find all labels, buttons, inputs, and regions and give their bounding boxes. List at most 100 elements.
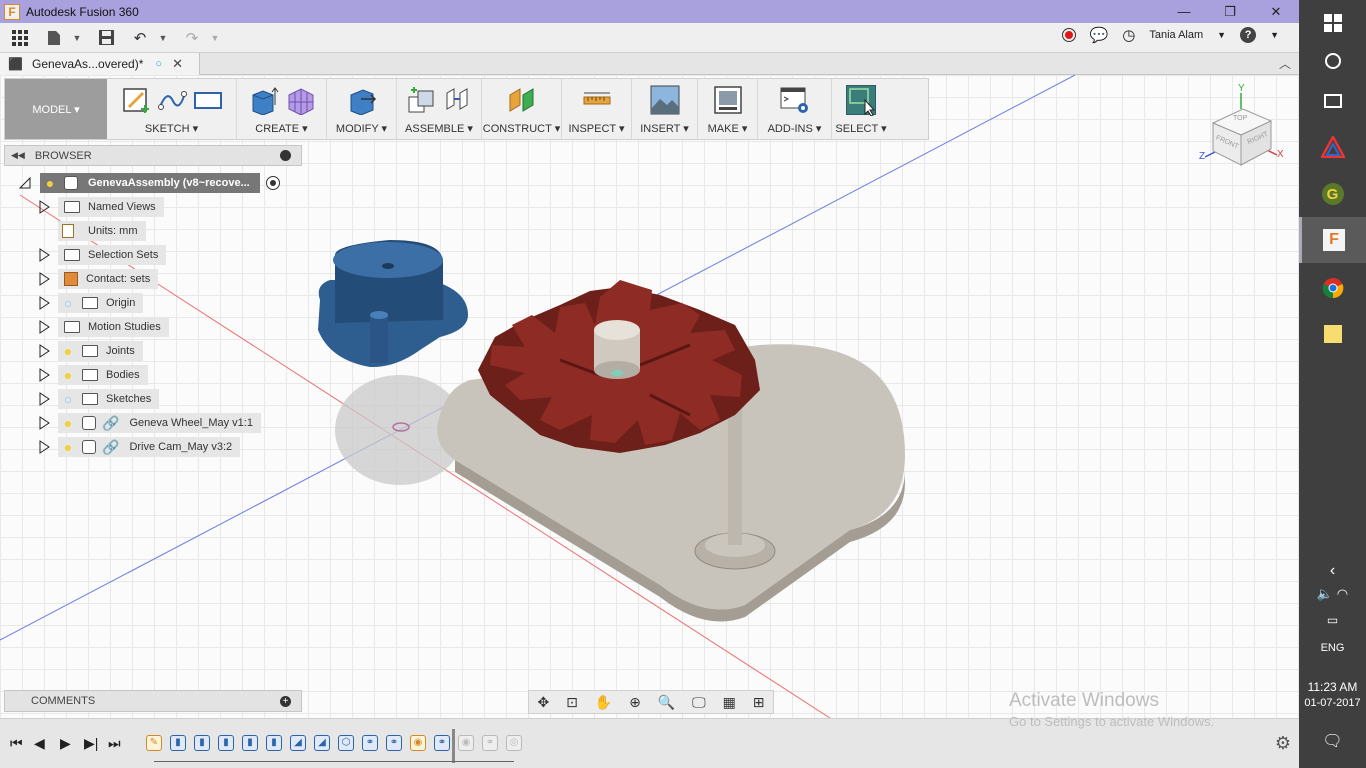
expand-triangle-icon[interactable]: [38, 392, 50, 406]
timeline-contact-feature-icon[interactable]: ◉: [410, 735, 426, 751]
display-settings-icon[interactable]: 🖵: [692, 694, 706, 711]
activate-radio-icon[interactable]: [265, 176, 280, 190]
collapse-chevron-up-icon[interactable]: ︿: [1279, 55, 1291, 72]
fit-zoom-icon[interactable]: 🔍: [658, 694, 675, 711]
document-tab[interactable]: ⬛ GenevaAs...overed)* ○ ✕: [0, 53, 200, 75]
expanded-triangle-icon[interactable]: [18, 176, 32, 190]
insert-group[interactable]: INSERT ▾: [632, 79, 698, 139]
viewports-icon[interactable]: ⊞: [753, 694, 765, 711]
timeline-settings-gear-icon[interactable]: ⚙: [1275, 733, 1291, 754]
timeline-extrude-feature-icon[interactable]: ▮: [194, 735, 210, 751]
browser-panel-header[interactable]: ◀◀ BROWSER: [4, 145, 302, 166]
visibility-bulb-icon[interactable]: ●: [44, 175, 56, 191]
browser-item-bodies[interactable]: ● Bodies: [38, 365, 148, 385]
save-icon[interactable]: [92, 26, 120, 50]
press-pull-icon[interactable]: [347, 85, 377, 116]
visibility-bulb-icon[interactable]: ●: [62, 343, 74, 359]
3d-canvas-viewport[interactable]: Y Z X TOP FRONT RIGHT: [0, 75, 1299, 718]
browser-root-row[interactable]: ● GenevaAssembly (v8~recove...: [18, 173, 280, 193]
extrude-icon[interactable]: [249, 85, 279, 116]
timeline-suppressed-feature-icon[interactable]: ⚭: [482, 735, 498, 751]
create-menu-label[interactable]: CREATE ▾: [255, 122, 307, 135]
play-icon[interactable]: ▶: [60, 735, 71, 752]
zoom-icon[interactable]: ⊕: [629, 694, 641, 711]
modify-group[interactable]: MODIFY ▾: [327, 79, 397, 139]
file-menu-icon[interactable]: [40, 26, 68, 50]
expand-triangle-icon[interactable]: [38, 440, 50, 454]
browser-item-geneva-wheel[interactable]: ● 🔗 Geneva Wheel_May v1:1: [38, 413, 261, 433]
user-account-menu[interactable]: Tania Alam: [1149, 29, 1203, 41]
data-panel-grid-icon[interactable]: [6, 26, 34, 50]
viewcube-top-face[interactable]: TOP: [1233, 115, 1247, 122]
step-forward-icon[interactable]: ▶|: [84, 735, 98, 752]
browser-item-joints[interactable]: ● Joints: [38, 341, 143, 361]
expand-triangle-icon[interactable]: [38, 296, 50, 310]
autodesk-app-taskbar-icon[interactable]: [1299, 124, 1366, 170]
timeline-extrude-feature-icon[interactable]: ▮: [266, 735, 282, 751]
sketch-menu-label[interactable]: SKETCH ▾: [145, 122, 198, 135]
g-app-taskbar-icon[interactable]: G: [1299, 171, 1366, 217]
timeline-extrude-feature-icon[interactable]: ▮: [242, 735, 258, 751]
inspect-group[interactable]: INSPECT ▾: [562, 79, 632, 139]
visibility-bulb-icon[interactable]: ●: [62, 415, 74, 431]
comments-panel-header[interactable]: COMMENTS +: [4, 690, 302, 712]
browser-minimize-icon[interactable]: [280, 150, 291, 161]
collapse-browser-icon[interactable]: ◀◀: [11, 150, 25, 161]
create-group[interactable]: CREATE ▾: [237, 79, 327, 139]
grid-settings-icon[interactable]: ▦: [723, 694, 736, 711]
timeline-extrude-feature-icon[interactable]: ▮: [218, 735, 234, 751]
undo-icon[interactable]: ↶: [126, 26, 154, 50]
timeline-fillet-feature-icon[interactable]: ◢: [314, 735, 330, 751]
joint-icon[interactable]: [442, 85, 472, 115]
record-icon[interactable]: [1061, 28, 1076, 42]
browser-item-selection-sets[interactable]: Selection Sets: [38, 245, 167, 265]
timeline-joint-feature-icon[interactable]: ⚭: [386, 735, 402, 751]
measure-icon[interactable]: [582, 85, 612, 115]
sticky-notes-taskbar-icon[interactable]: [1299, 311, 1366, 357]
user-dropdown-icon[interactable]: ▼: [1217, 30, 1226, 40]
browser-item-origin[interactable]: ○ Origin: [38, 293, 144, 313]
new-component-icon[interactable]: [406, 85, 436, 115]
drive-cam[interactable]: [318, 240, 468, 368]
expand-triangle-icon[interactable]: [38, 344, 50, 358]
spline-icon[interactable]: [157, 85, 187, 115]
rectangle-icon[interactable]: [193, 85, 223, 115]
make-menu-label[interactable]: MAKE ▾: [708, 122, 748, 135]
browser-item-drive-cam[interactable]: ● 🔗 Drive Cam_May v3:2: [38, 437, 241, 457]
timeline-joint-feature-icon[interactable]: ⚭: [362, 735, 378, 751]
pan-hand-icon[interactable]: ✋: [595, 694, 612, 711]
clock-date[interactable]: 01-07-2017: [1299, 697, 1366, 709]
3d-print-icon[interactable]: [713, 85, 743, 115]
add-comment-icon[interactable]: +: [280, 696, 291, 707]
go-to-end-icon[interactable]: ⏭: [108, 735, 121, 752]
clock-time[interactable]: 11:23 AM: [1299, 680, 1366, 694]
language-indicator[interactable]: ENG: [1299, 642, 1366, 654]
expand-triangle-icon[interactable]: [38, 200, 50, 214]
minimize-button[interactable]: —: [1161, 0, 1207, 23]
timeline-rigid-group-feature-icon[interactable]: ⚭: [434, 735, 450, 751]
maximize-button[interactable]: ❐: [1207, 0, 1253, 23]
form-icon[interactable]: [285, 85, 315, 116]
action-center-icon[interactable]: 🗨: [1299, 718, 1366, 764]
insert-menu-label[interactable]: INSERT ▾: [640, 122, 689, 135]
add-ins-group[interactable]: ADD-INS ▾: [758, 79, 832, 139]
undo-dropdown-icon[interactable]: ▼: [154, 26, 172, 50]
timeline-fillet-feature-icon[interactable]: ◢: [290, 735, 306, 751]
browser-item-contact-sets[interactable]: Contact: sets: [38, 269, 159, 289]
visibility-bulb-icon[interactable]: ●: [62, 367, 74, 383]
visibility-bulb-off-icon[interactable]: ○: [62, 295, 74, 311]
notifications-icon[interactable]: 💬: [1090, 26, 1109, 44]
chrome-taskbar-icon[interactable]: [1299, 265, 1366, 311]
construct-group[interactable]: CONSTRUCT ▾: [482, 79, 562, 139]
close-button[interactable]: ✕: [1253, 0, 1299, 23]
timeline-sketch-feature-icon[interactable]: ✎: [146, 735, 162, 751]
assemble-menu-label[interactable]: ASSEMBLE ▾: [405, 122, 473, 135]
browser-item-units[interactable]: Units: mm: [58, 221, 146, 241]
timeline-chamfer-feature-icon[interactable]: ⬡: [338, 735, 354, 751]
timeline-marker[interactable]: [452, 729, 455, 763]
fusion360-taskbar-icon[interactable]: F: [1299, 217, 1366, 263]
select-cursor-icon[interactable]: [846, 85, 876, 117]
viewcube[interactable]: Y Z X TOP FRONT RIGHT: [1195, 83, 1290, 178]
construct-menu-label[interactable]: CONSTRUCT ▾: [483, 122, 560, 135]
file-dropdown-icon[interactable]: ▼: [68, 26, 86, 50]
